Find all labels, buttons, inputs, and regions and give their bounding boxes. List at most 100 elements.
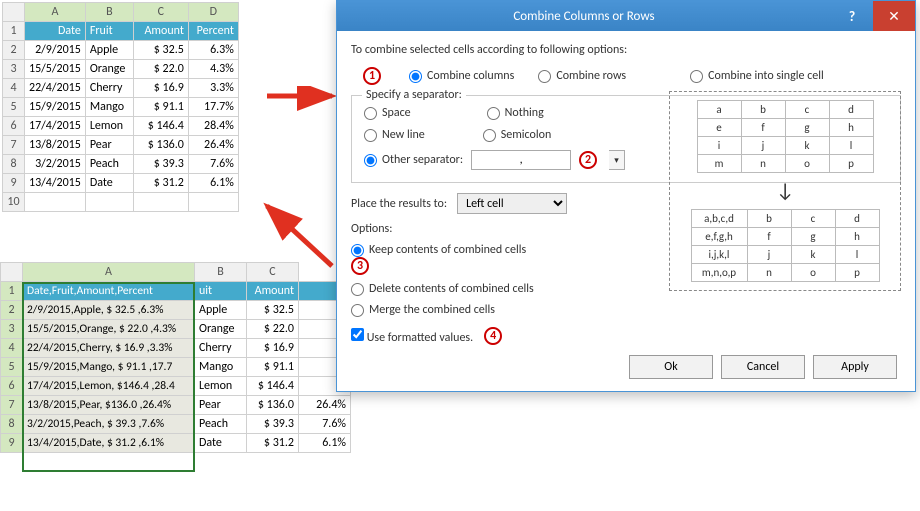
row-header[interactable]: 5 — [1, 358, 23, 377]
cell[interactable]: 3/2/2015,Peach, $ 39.3 ,7.6% — [23, 415, 195, 434]
radio-combine-columns[interactable]: Combine columns — [409, 69, 514, 83]
cell[interactable]: Cherry — [195, 339, 247, 358]
help-button[interactable]: ? — [831, 1, 873, 31]
cell[interactable]: Apple — [85, 41, 133, 60]
col-header[interactable]: B — [85, 3, 133, 22]
row-header[interactable]: 7 — [3, 136, 25, 155]
cell[interactable] — [133, 193, 188, 212]
cell[interactable]: $ 22.0 — [133, 60, 188, 79]
cell[interactable]: 22/4/2015 — [25, 79, 86, 98]
cell[interactable] — [25, 193, 86, 212]
cell[interactable]: 26.4% — [188, 136, 238, 155]
cell[interactable]: 28.4% — [188, 117, 238, 136]
cell[interactable]: 2/9/2015 — [25, 41, 86, 60]
row-header[interactable]: 6 — [3, 117, 25, 136]
cancel-button[interactable]: Cancel — [721, 355, 805, 379]
row-header[interactable]: 8 — [1, 415, 23, 434]
cell[interactable]: Mango — [195, 358, 247, 377]
cell[interactable]: 15/9/2015 — [25, 98, 86, 117]
cell[interactable]: Orange — [195, 320, 247, 339]
cell[interactable]: Peach — [195, 415, 247, 434]
cell[interactable]: 15/9/2015,Mango, $ 91.1 ,17.7 — [23, 358, 195, 377]
radio-sep-nothing[interactable]: Nothing — [487, 106, 544, 120]
cell[interactable]: 3.3% — [188, 79, 238, 98]
cell[interactable]: $ 146.4 — [247, 377, 299, 396]
radio-sep-newline[interactable]: New line — [364, 128, 425, 142]
cell[interactable]: $ 39.3 — [133, 155, 188, 174]
cell[interactable]: 3/2/2015 — [25, 155, 86, 174]
cell[interactable]: Cherry — [85, 79, 133, 98]
cell[interactable]: Apple — [195, 301, 247, 320]
cell[interactable]: 17/4/2015 — [25, 117, 86, 136]
col-header[interactable]: C — [133, 3, 188, 22]
close-button[interactable]: ✕ — [873, 1, 915, 31]
cell[interactable]: 13/8/2015 — [25, 136, 86, 155]
cell[interactable]: 17.7% — [188, 98, 238, 117]
cell[interactable]: $ 16.9 — [247, 339, 299, 358]
col-header[interactable]: A — [25, 3, 86, 22]
cell[interactable]: $ 91.1 — [247, 358, 299, 377]
cell[interactable] — [188, 193, 238, 212]
cell[interactable]: 13/4/2015 — [25, 174, 86, 193]
row-header[interactable]: 1 — [1, 282, 23, 301]
other-separator-input[interactable] — [471, 150, 571, 170]
cell[interactable]: $ 32.5 — [247, 301, 299, 320]
cell[interactable]: 6.1% — [299, 434, 351, 453]
cell[interactable]: Amount — [247, 282, 299, 301]
radio-sep-semicolon[interactable]: Semicolon — [483, 128, 552, 142]
cell[interactable]: 13/4/2015,Date, $ 31.2 ,6.1% — [23, 434, 195, 453]
cell[interactable]: uit — [195, 282, 247, 301]
cell[interactable]: Fruit — [85, 22, 133, 41]
row-header[interactable]: 4 — [3, 79, 25, 98]
col-header[interactable]: A — [23, 263, 195, 282]
cell[interactable] — [85, 193, 133, 212]
cell[interactable]: 15/5/2015 — [25, 60, 86, 79]
row-header[interactable]: 6 — [1, 377, 23, 396]
row-header[interactable]: 8 — [3, 155, 25, 174]
row-header[interactable]: 3 — [3, 60, 25, 79]
radio-sep-other[interactable]: Other separator: — [364, 153, 463, 167]
col-header[interactable]: D — [188, 3, 238, 22]
row-header[interactable]: 4 — [1, 339, 23, 358]
cell[interactable]: Lemon — [85, 117, 133, 136]
cell[interactable]: $ 136.0 — [133, 136, 188, 155]
radio-sep-space[interactable]: Space — [364, 106, 411, 120]
separator-dropdown-icon[interactable]: ▾ — [609, 150, 625, 170]
row-header[interactable]: 2 — [3, 41, 25, 60]
col-header[interactable]: C — [247, 263, 299, 282]
cell[interactable]: Mango — [85, 98, 133, 117]
cell[interactable]: Date — [85, 174, 133, 193]
cell[interactable]: Pear — [85, 136, 133, 155]
apply-button[interactable]: Apply — [813, 355, 897, 379]
checkbox-use-formatted[interactable]: Use formatted values. — [351, 328, 473, 345]
cell[interactable]: Date,Fruit,Amount,Percent — [23, 282, 195, 301]
col-header[interactable]: B — [195, 263, 247, 282]
cell[interactable]: 26.4% — [299, 396, 351, 415]
dialog-titlebar[interactable]: Combine Columns or Rows ? ✕ — [337, 1, 915, 31]
cell[interactable]: Date — [25, 22, 86, 41]
cell[interactable]: 15/5/2015,Orange, $ 22.0 ,4.3% — [23, 320, 195, 339]
radio-combine-rows[interactable]: Combine rows — [538, 69, 626, 83]
row-header[interactable]: 2 — [1, 301, 23, 320]
row-header[interactable]: 10 — [3, 193, 25, 212]
cell[interactable]: 7.6% — [299, 415, 351, 434]
row-header[interactable]: 7 — [1, 396, 23, 415]
cell[interactable]: $ 91.1 — [133, 98, 188, 117]
row-header[interactable]: 5 — [3, 98, 25, 117]
ok-button[interactable]: Ok — [629, 355, 713, 379]
cell[interactable]: 17/4/2015,Lemon, $146.4 ,28.4 — [23, 377, 195, 396]
cell[interactable]: 7.6% — [188, 155, 238, 174]
cell[interactable]: 13/8/2015,Pear, $136.0 ,26.4% — [23, 396, 195, 415]
cell[interactable]: 22/4/2015,Cherry, $ 16.9 ,3.3% — [23, 339, 195, 358]
cell[interactable]: $ 136.0 — [247, 396, 299, 415]
cell[interactable]: Orange — [85, 60, 133, 79]
cell[interactable]: $ 16.9 — [133, 79, 188, 98]
cell[interactable]: Pear — [195, 396, 247, 415]
cell[interactable]: Amount — [133, 22, 188, 41]
row-header[interactable]: 1 — [3, 22, 25, 41]
cell[interactable]: Lemon — [195, 377, 247, 396]
radio-combine-single[interactable]: Combine into single cell — [690, 69, 824, 83]
cell[interactable]: $ 32.5 — [133, 41, 188, 60]
cell[interactable]: 6.3% — [188, 41, 238, 60]
cell[interactable]: $ 22.0 — [247, 320, 299, 339]
